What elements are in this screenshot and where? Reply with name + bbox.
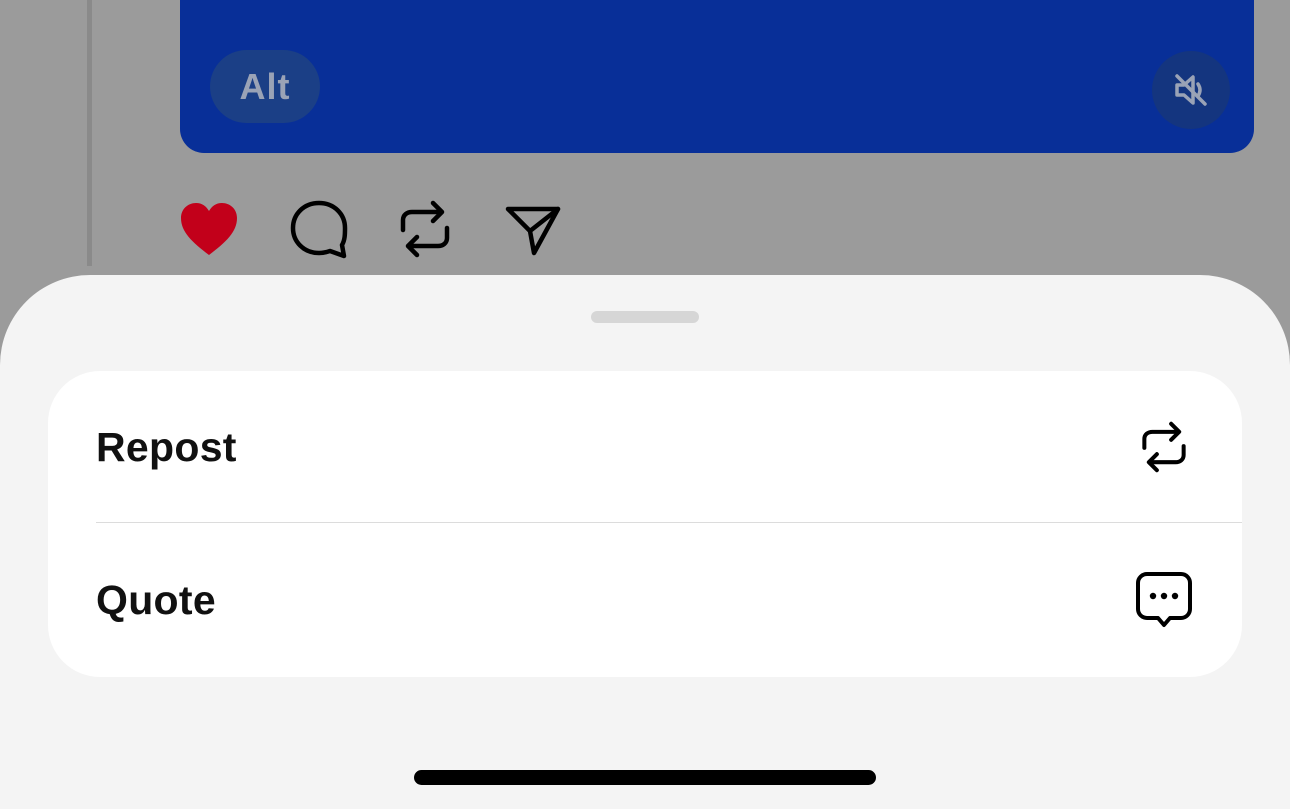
share-button[interactable] — [500, 196, 566, 262]
speaker-muted-icon — [1175, 74, 1207, 106]
post-action-bar — [176, 196, 596, 262]
heart-icon — [181, 203, 237, 255]
reply-button[interactable] — [286, 196, 352, 262]
repost-option-label: Repost — [96, 423, 237, 470]
options-card: Repost Quote — [48, 371, 1242, 677]
repost-action-sheet: Repost Quote — [0, 275, 1290, 809]
media-video[interactable]: Alt — [180, 0, 1254, 153]
thread-line — [87, 0, 92, 266]
quote-option-icon-wrap — [1134, 570, 1194, 630]
repost-icon — [1142, 421, 1186, 473]
quote-option-label: Quote — [96, 576, 216, 623]
alt-text-label: Alt — [239, 65, 291, 107]
comment-bubble-icon — [290, 200, 348, 259]
send-icon — [505, 206, 561, 256]
repost-button[interactable] — [392, 196, 458, 262]
mute-button[interactable] — [1152, 51, 1230, 129]
like-button[interactable] — [176, 196, 242, 262]
repost-icon — [400, 200, 450, 258]
repost-option[interactable]: Repost — [48, 371, 1242, 523]
sheet-grabber[interactable] — [591, 311, 699, 323]
alt-text-button[interactable]: Alt — [210, 50, 320, 123]
quote-bubble-icon — [1136, 572, 1192, 627]
options-divider — [96, 522, 1242, 523]
home-indicator — [414, 770, 876, 785]
repost-option-icon-wrap — [1134, 417, 1194, 477]
quote-option[interactable]: Quote — [48, 524, 1242, 676]
